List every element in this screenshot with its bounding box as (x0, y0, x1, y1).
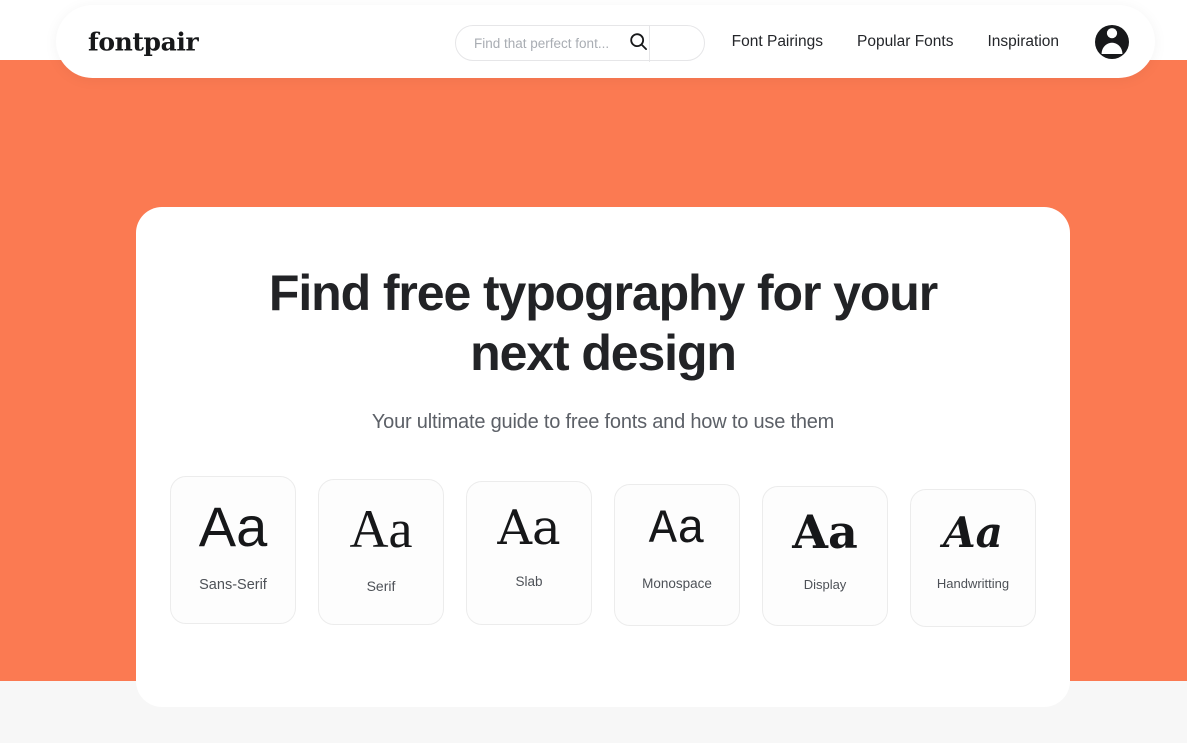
category-glyph: Aa (198, 495, 268, 558)
search-icon (629, 32, 648, 54)
search-input[interactable] (456, 26, 621, 60)
category-glyph: Aa (349, 499, 413, 559)
page-root: fontpair Font Pairings Popular Fonts Ins… (0, 0, 1187, 743)
page-title-line-1: Find free typography for your (268, 265, 938, 321)
category-card-serif[interactable]: Aa Serif (318, 479, 444, 625)
search-divider (649, 26, 650, 62)
category-card-list: Aa Sans-Serif Aa Serif Aa Slab Aa Monosp… (136, 476, 1070, 627)
site-header: fontpair Font Pairings Popular Fonts Ins… (56, 5, 1155, 78)
avatar-person-icon (1095, 25, 1129, 59)
site-logo[interactable]: fontpair (88, 27, 199, 56)
category-label: Display (803, 577, 847, 592)
category-card-slab[interactable]: Aa Slab (466, 481, 592, 625)
category-card-sans-serif[interactable]: Aa Sans-Serif (170, 476, 296, 624)
nav-link-font-pairings[interactable]: Font Pairings (732, 33, 823, 51)
hero-card: Find free typography for your next desig… (136, 207, 1070, 707)
category-label: Handwritting (936, 576, 1010, 591)
main-nav: Font Pairings Popular Fonts Inspiration (732, 33, 1059, 51)
search-bar[interactable] (455, 25, 705, 62)
category-glyph: Aa (943, 508, 1003, 557)
category-card-handwriting[interactable]: Aa Handwritting (910, 489, 1036, 627)
category-glyph: Aa (792, 505, 858, 559)
category-card-display[interactable]: Aa Display (762, 486, 888, 626)
nav-link-inspiration[interactable]: Inspiration (987, 33, 1059, 51)
category-label: Serif (366, 578, 396, 594)
page-title: Find free typography for your next desig… (136, 263, 1070, 383)
category-glyph: Aa (497, 500, 561, 556)
category-label: Monospace (642, 576, 712, 591)
category-label: Slab (515, 574, 543, 589)
category-card-monospace[interactable]: Aa Monospace (614, 484, 740, 626)
nav-link-popular-fonts[interactable]: Popular Fonts (857, 33, 954, 51)
account-avatar[interactable] (1095, 24, 1129, 59)
category-glyph: Aa (648, 504, 706, 557)
page-subtitle: Your ultimate guide to free fonts and ho… (371, 411, 835, 433)
page-title-line-2: next design (470, 325, 737, 381)
category-label: Sans-Serif (199, 577, 267, 593)
